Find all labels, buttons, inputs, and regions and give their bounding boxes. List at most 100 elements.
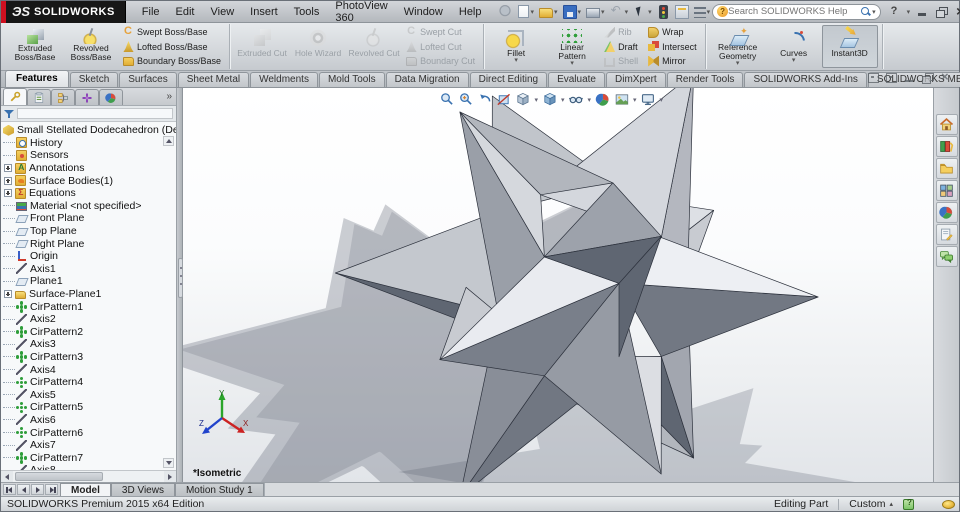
tab-features[interactable]: Features <box>5 70 69 87</box>
bottom-scroll-track[interactable] <box>263 483 959 496</box>
lofted-cut-button[interactable]: Lofted Cut <box>404 39 477 54</box>
tree-item-cirpattern4[interactable]: CirPattern4 <box>3 376 176 389</box>
linear-pattern-caret-icon[interactable]: ▾ <box>570 60 574 67</box>
display-style-caret-icon[interactable]: ▾ <box>561 96 565 104</box>
solidworks-forum-button[interactable] <box>935 246 958 267</box>
menu-edit[interactable]: Edit <box>168 4 203 20</box>
tree-item-axis7[interactable]: Axis7 <box>3 439 176 452</box>
pane-layout-2-icon[interactable] <box>886 73 897 83</box>
extruded-boss-base-button[interactable]: Extruded Boss/Base <box>7 25 63 68</box>
bottom-tab-3d-views[interactable]: 3D Views <box>110 483 175 496</box>
tree-item-axis4[interactable]: Axis4 <box>3 363 176 376</box>
tree-item-top-plane[interactable]: Top Plane <box>3 225 176 238</box>
first-tab-button[interactable] <box>3 484 16 495</box>
reference-geometry-caret-icon[interactable]: ▾ <box>736 60 740 67</box>
splitter-handle[interactable] <box>177 258 183 298</box>
mirror-button[interactable]: Mirror <box>646 54 699 69</box>
filter-input[interactable] <box>17 108 173 119</box>
print-caret-icon[interactable]: ▾ <box>601 8 605 16</box>
menu-tools[interactable]: Tools <box>286 4 328 20</box>
linear-pattern-button[interactable]: Linear Pattern ▾ <box>544 25 600 68</box>
options-caret-icon[interactable]: ▾ <box>707 8 711 16</box>
select-button[interactable]: ▾ <box>631 4 654 20</box>
featuremanager-tab[interactable] <box>3 88 27 105</box>
help-caret-icon[interactable]: ▾ <box>907 8 911 16</box>
tab-sketch[interactable]: Sketch <box>69 72 119 87</box>
tab-evaluate[interactable]: Evaluate <box>548 72 605 87</box>
view-orientation-button[interactable] <box>514 91 531 108</box>
expand-icon[interactable] <box>4 176 12 185</box>
propertymanager-tab[interactable] <box>27 89 51 105</box>
tree-item-cirpattern7[interactable]: CirPattern7 <box>3 451 176 464</box>
doc-restore-button[interactable] <box>922 73 934 84</box>
tree-item-annotations[interactable]: Annotations <box>3 162 176 175</box>
apply-scene-button[interactable] <box>613 91 630 108</box>
tree-item-cirpattern2[interactable]: CirPattern2 <box>3 326 176 339</box>
tree-item-cirpattern5[interactable]: CirPattern5 <box>3 401 176 414</box>
display-style-button[interactable] <box>541 91 558 108</box>
pin-button[interactable] <box>496 4 514 20</box>
tree-item-surface-plane1[interactable]: Surface-Plane1 <box>3 288 176 301</box>
undo-button[interactable]: ▾ <box>608 3 631 20</box>
bottom-tab-motion-study-1[interactable]: Motion Study 1 <box>174 483 264 496</box>
fillet-button[interactable]: Fillet ▾ <box>488 25 544 68</box>
hide-show-items-caret-icon[interactable]: ▾ <box>587 96 591 104</box>
solidworks-resources-button[interactable] <box>935 114 958 135</box>
search-scope-caret-icon[interactable]: ▾ <box>872 8 876 16</box>
tab-data-migration[interactable]: Data Migration <box>385 72 469 87</box>
tree-item-cirpattern1[interactable]: CirPattern1 <box>3 300 176 313</box>
rebuild-button[interactable] <box>655 4 672 20</box>
design-library-button[interactable] <box>935 136 958 157</box>
tree-item-cirpattern6[interactable]: CirPattern6 <box>3 426 176 439</box>
graphics-viewport[interactable]: ▾ ▾ ▾ ▾ ▾ Y X Z *Isometric <box>183 88 933 482</box>
apply-scene-caret-icon[interactable]: ▾ <box>633 96 637 104</box>
new-caret-icon[interactable]: ▾ <box>531 8 535 16</box>
instant3d-button[interactable]: Instant3D <box>821 25 878 68</box>
fillet-caret-icon[interactable]: ▾ <box>514 57 518 64</box>
tree-item-axis2[interactable]: Axis2 <box>3 313 176 326</box>
tree-item-axis6[interactable]: Axis6 <box>3 414 176 427</box>
tree-item-surface-bodies-1[interactable]: Surface Bodies(1) <box>3 174 176 187</box>
boundary-cut-button[interactable]: Boundary Cut <box>404 54 477 69</box>
curves-button[interactable]: Curves ▾ <box>766 25 822 68</box>
next-tab-button[interactable] <box>31 484 44 495</box>
bottom-tab-model[interactable]: Model <box>60 483 111 496</box>
dimxpertmanager-tab[interactable] <box>75 89 99 105</box>
custom-properties-status-icon[interactable] <box>903 498 914 510</box>
minimize-button[interactable] <box>916 6 929 18</box>
tree-item-equations[interactable]: Equations <box>3 187 176 200</box>
wrap-button[interactable]: Wrap <box>646 25 699 40</box>
revolved-cut-button[interactable]: Revolved Cut <box>346 25 402 68</box>
tab-solidworks-add-ins[interactable]: SOLIDWORKS Add-Ins <box>744 72 867 87</box>
edit-appearance-button[interactable] <box>594 91 611 108</box>
custom-properties-button[interactable] <box>935 224 958 245</box>
tab-mold-tools[interactable]: Mold Tools <box>318 72 385 87</box>
tree-item-history[interactable]: History <box>3 137 176 150</box>
tree-item-axis5[interactable]: Axis5 <box>3 388 176 401</box>
scroll-right-button[interactable] <box>164 471 176 482</box>
scrollbar-track[interactable] <box>13 471 164 482</box>
expand-icon[interactable] <box>4 189 12 198</box>
scrollbar-thumb[interactable] <box>15 472 103 481</box>
swept-cut-button[interactable]: Swept Cut <box>404 25 477 40</box>
doc-minimize-button[interactable] <box>904 73 915 83</box>
pane-layout-icon[interactable] <box>868 73 879 83</box>
undo-caret-icon[interactable]: ▾ <box>625 8 629 16</box>
zoom-to-fit-button[interactable] <box>438 91 455 108</box>
tree-item-origin[interactable]: Origin <box>3 250 176 263</box>
tree-item-front-plane[interactable]: Front Plane <box>3 212 176 225</box>
tree-scroll-down-button[interactable] <box>163 458 174 468</box>
tree-scroll-up-button[interactable] <box>163 136 174 146</box>
help-button[interactable] <box>887 5 900 18</box>
section-view-button[interactable] <box>495 91 512 108</box>
lofted-boss-base-button[interactable]: Lofted Boss/Base <box>121 39 223 54</box>
resource-monitor-icon[interactable] <box>942 499 955 509</box>
panel-tabs-overflow-chevron[interactable]: » <box>166 91 172 102</box>
tab-surfaces[interactable]: Surfaces <box>119 72 177 87</box>
search-input[interactable] <box>728 6 861 17</box>
select-caret-icon[interactable]: ▾ <box>648 8 652 16</box>
scroll-left-button[interactable] <box>1 471 13 482</box>
doc-close-button[interactable] <box>940 69 951 84</box>
expand-icon[interactable] <box>4 164 12 173</box>
hole-wizard-button[interactable]: Hole Wizard <box>290 25 346 68</box>
